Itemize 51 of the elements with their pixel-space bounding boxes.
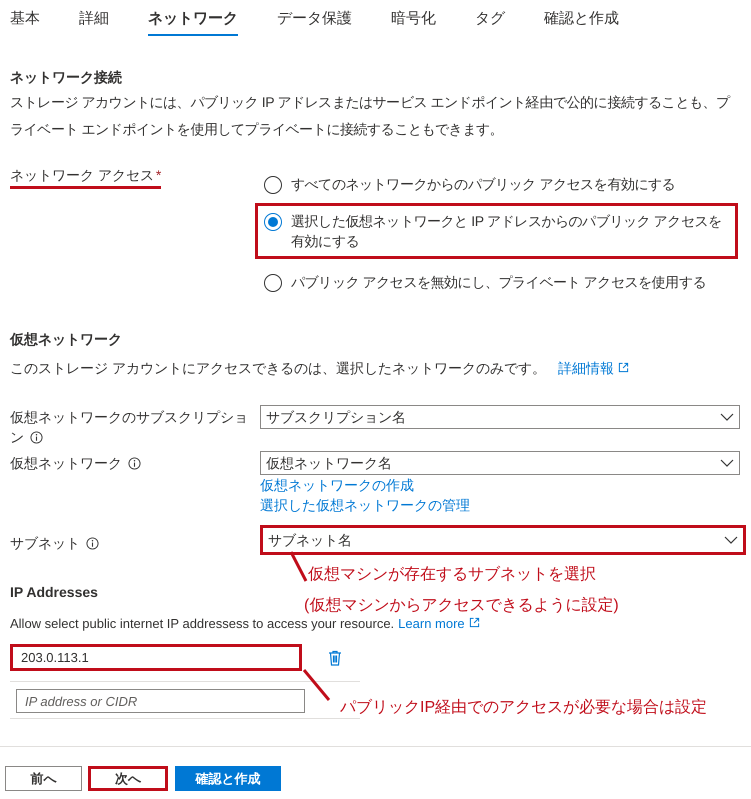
chevron-down-icon — [720, 459, 734, 467]
delete-icon[interactable] — [328, 650, 342, 666]
dropdown[interactable]: サブネット名 — [263, 528, 743, 552]
tab[interactable]: タグ — [475, 0, 505, 36]
footer-button[interactable]: 確認と作成 — [175, 766, 281, 791]
tab[interactable]: 暗号化 — [391, 0, 436, 36]
field-label: 仮想ネットワーク — [10, 451, 260, 515]
tab[interactable]: 詳細 — [79, 0, 109, 36]
field-label: ネットワーク アクセス* — [10, 166, 162, 189]
callout-line — [302, 668, 332, 703]
chevron-down-icon — [720, 413, 734, 421]
footer-button[interactable]: 次へ — [88, 766, 168, 791]
chevron-down-icon — [724, 536, 738, 544]
radio-option[interactable]: 選択した仮想ネットワークと IP アドレスからのパブリック アクセスを有効にする — [255, 203, 738, 259]
radio-button[interactable] — [264, 176, 282, 194]
info-icon — [30, 431, 43, 444]
radio-label: すべてのネットワークからのパブリック アクセスを有効にする — [291, 175, 676, 194]
info-icon — [86, 537, 99, 550]
annotation-note: パブリックIP経由でのアクセスが必要な場合は設定 — [340, 698, 708, 718]
external-link-icon — [618, 362, 629, 373]
section-heading: IP Addresses — [10, 583, 98, 602]
radio-label: 選択した仮想ネットワークと IP アドレスからのパブリック アクセスを有効にする — [291, 212, 723, 251]
tab[interactable]: 確認と作成 — [544, 0, 619, 36]
annotation-note: 仮想マシンが存在するサブネットを選択 — [308, 564, 596, 585]
annotation-note: (仮想マシンからアクセスできるように設定) — [304, 596, 619, 616]
ip-address-input[interactable]: IP address or CIDR — [16, 689, 305, 713]
link[interactable]: 仮想ネットワークの作成 — [260, 475, 740, 495]
radio-option[interactable]: パブリック アクセスを無効にし、プライベート アクセスを使用する — [255, 269, 738, 295]
tab[interactable]: 基本 — [10, 0, 40, 36]
section-description: Allow select public internet IP addressess to access your resource. — [10, 616, 394, 631]
field-label: 仮想ネットワークのサブスクリプション — [10, 408, 249, 447]
section-description: このストレージ アカウントにアクセスできるのは、選択したネットワークのみです。 — [10, 360, 546, 376]
radio-label: パブリック アクセスを無効にし、プライベート アクセスを使用する — [291, 273, 706, 292]
external-link-icon — [468, 617, 480, 628]
ip-address-field[interactable]: 203.0.113.1 — [10, 644, 302, 671]
section-heading: 仮想ネットワーク — [10, 330, 123, 349]
radio-option[interactable]: すべてのネットワークからのパブリック アクセスを有効にする — [255, 171, 738, 197]
footer-button[interactable]: 前へ — [5, 766, 82, 791]
learn-more-link[interactable]: Learn more — [398, 616, 480, 631]
tab[interactable]: ネットワーク — [148, 0, 238, 36]
tab[interactable]: データ保護 — [277, 0, 352, 36]
field-label: サブネット — [10, 525, 260, 555]
section-description: ストレージ アカウントには、パブリック IP アドレスまたはサービス エンドポイント経由で公的に接続することも、プライベート エンドポイントを使用してプライベートに接続することもできます。 — [10, 93, 732, 139]
section-heading: ネットワーク接続 — [10, 68, 123, 87]
link[interactable]: 選択した仮想ネットワークの管理 — [260, 495, 740, 515]
info-icon — [128, 457, 141, 470]
radio-button[interactable] — [264, 213, 282, 231]
dropdown[interactable]: 仮想ネットワーク名 — [260, 451, 740, 475]
learn-more-link[interactable]: 詳細情報 — [558, 360, 629, 376]
dropdown[interactable]: サブスクリプション名 — [260, 405, 740, 429]
radio-button[interactable] — [264, 274, 282, 292]
